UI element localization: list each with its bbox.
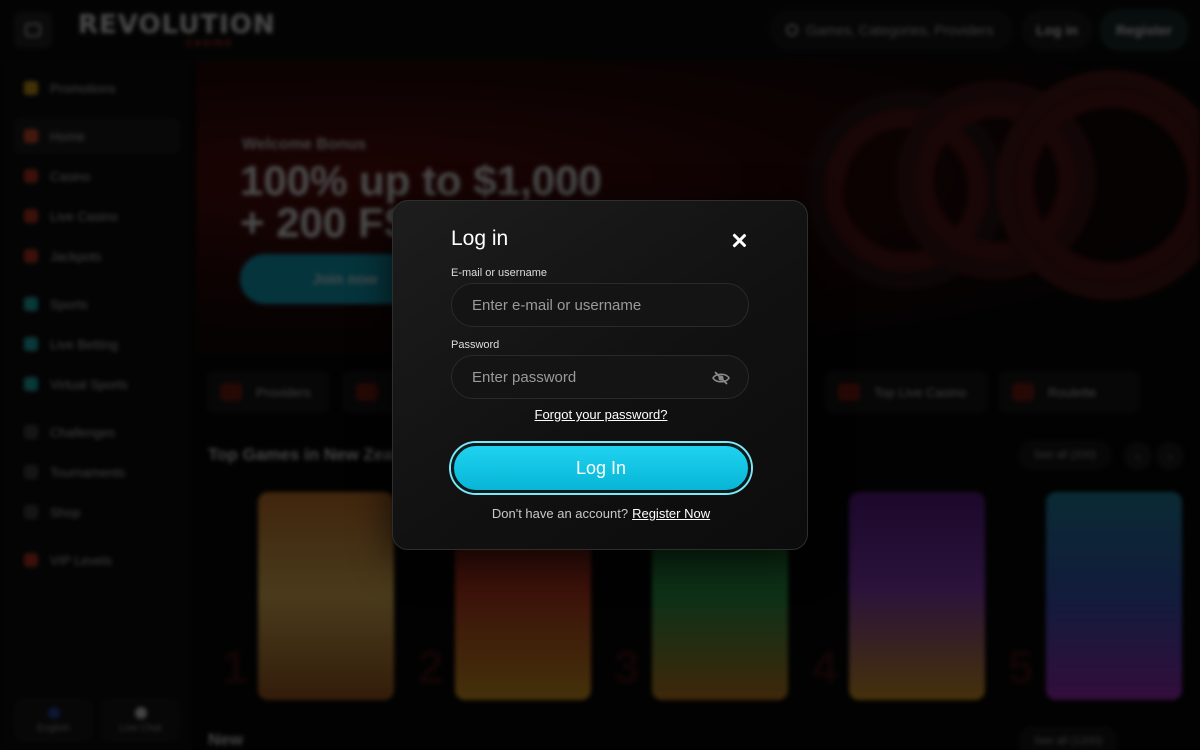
- no-account-text: Don't have an account?: [491, 506, 629, 521]
- modal-title: Log in: [451, 227, 509, 250]
- register-prompt: Don't have an account? Register Now: [393, 506, 809, 521]
- login-submit-button[interactable]: Log In: [451, 443, 751, 493]
- password-field-container: [451, 355, 749, 399]
- forgot-password-link[interactable]: Forgot your password?: [393, 407, 809, 422]
- email-field-container: [451, 283, 749, 327]
- email-field[interactable]: [452, 284, 748, 326]
- register-now-link[interactable]: Register Now: [632, 506, 710, 521]
- password-label: Password: [451, 339, 500, 351]
- eye-off-icon[interactable]: [712, 370, 730, 386]
- password-field[interactable]: [452, 356, 748, 398]
- close-icon[interactable]: [727, 229, 751, 253]
- email-label: E-mail or username: [451, 267, 547, 279]
- login-modal: Log in E-mail or username Password Forgo…: [392, 200, 808, 550]
- page: REVOLUTION CASINO Games, Categories, Pro…: [0, 0, 1200, 750]
